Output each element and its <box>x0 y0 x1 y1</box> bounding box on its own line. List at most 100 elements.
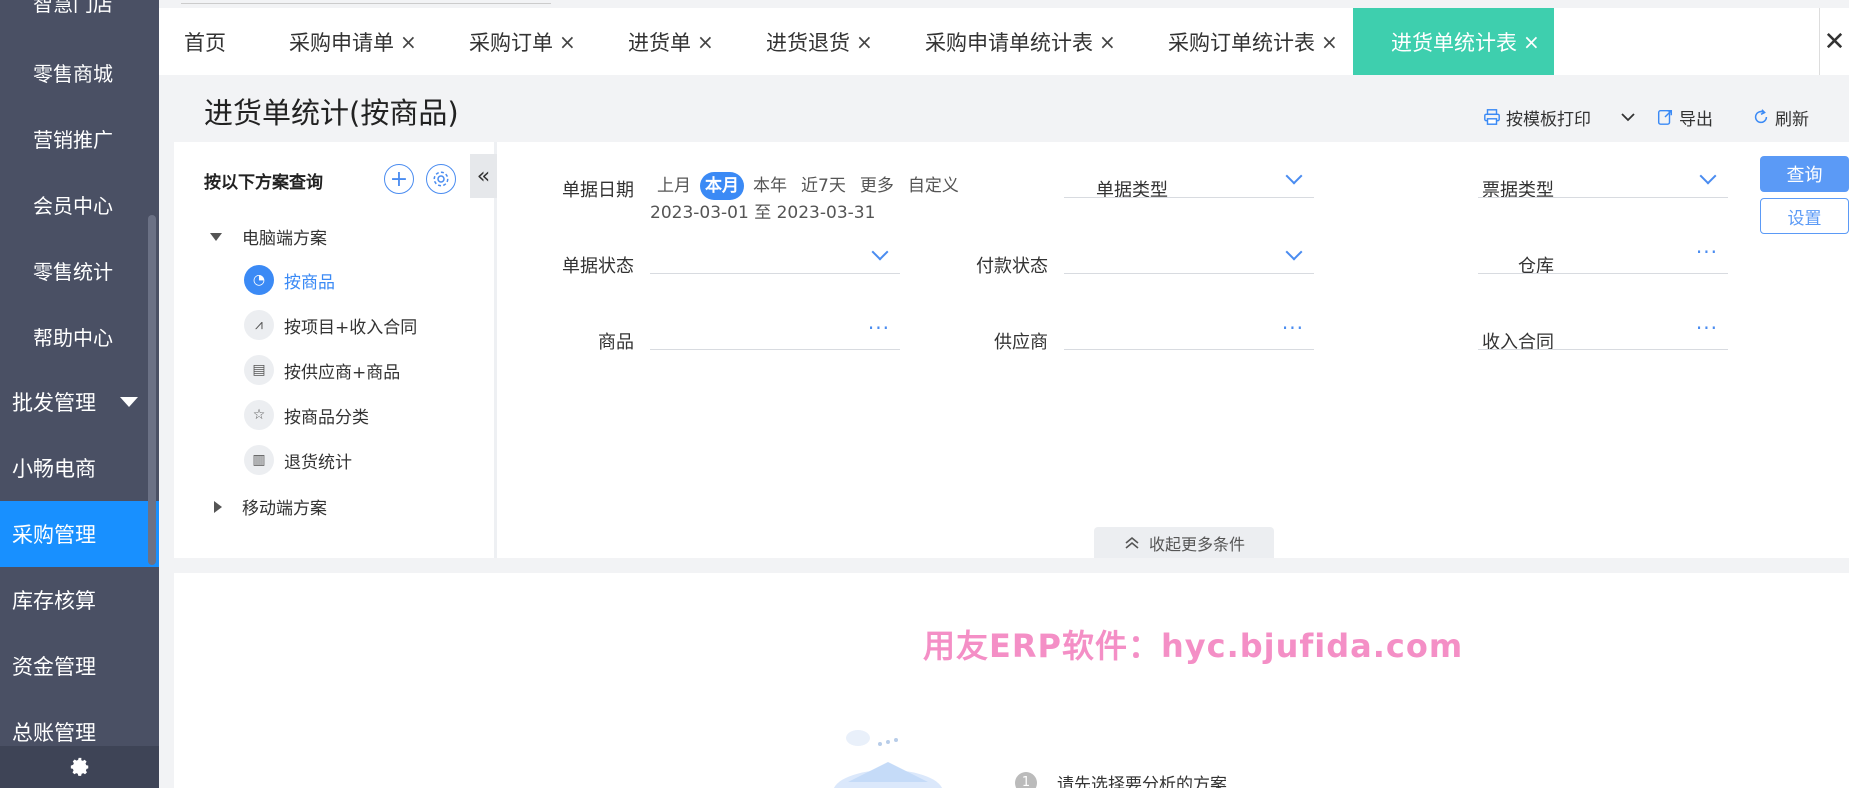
tab-purchase-order[interactable]: 采购订单 × <box>469 8 576 75</box>
label-doc-status: 单据状态 <box>562 256 634 277</box>
chevron-down-icon <box>1699 167 1717 185</box>
scheme-tree-panel: 按以下方案查询 + « 电脑端方案 ◔ 按商品 ⩘ 按项目+收入合同 ▤ 按供应商+商… <box>174 142 497 558</box>
tab-receipt[interactable]: 进货单 × <box>628 8 714 75</box>
top-search-input[interactable] <box>181 0 551 4</box>
card-icon: ▤ <box>244 355 274 385</box>
date-range-value: 2023-03-01 至 2023-03-31 <box>650 203 876 223</box>
tree-node-mobile-scheme[interactable]: 移动端方案 <box>214 494 327 519</box>
scheme-return-stats[interactable]: ▥ 退货统计 <box>244 445 352 475</box>
tab-request-stats[interactable]: 采购申请单统计表 × <box>925 8 1116 75</box>
tab-purchase-request[interactable]: 采购申请单 × <box>289 8 417 75</box>
more-icon[interactable]: ··· <box>868 316 890 340</box>
close-icon[interactable]: × <box>856 30 873 54</box>
bar-chart-icon: ▥ <box>244 445 274 475</box>
scheme-by-product[interactable]: ◔ 按商品 <box>244 265 335 295</box>
chevron-down-icon <box>1621 113 1635 122</box>
sidebar-item-help-center[interactable]: 帮助中心 <box>0 303 159 369</box>
sidebar-item-marketing[interactable]: 营销推广 <box>0 105 159 171</box>
label-doc-date: 单据日期 <box>562 180 634 201</box>
export-button[interactable]: 导出 <box>1656 105 1713 130</box>
print-template-button[interactable]: 按模板打印 <box>1483 105 1591 130</box>
date-pill-more[interactable]: 更多 <box>855 172 899 200</box>
tab-order-stats[interactable]: 采购订单统计表 × <box>1168 8 1338 75</box>
sidebar-item-inventory[interactable]: 库存核算 <box>0 567 159 633</box>
sidebar-item-retail-mall[interactable]: 零售商城 <box>0 39 159 105</box>
supplier-picker[interactable]: ··· <box>1064 314 1314 350</box>
close-icon: ✕ <box>1823 26 1846 57</box>
caret-down-icon <box>120 397 138 407</box>
tab-receipt-stats[interactable]: 进货单统计表 × <box>1353 8 1554 75</box>
income-contract-picker[interactable]: ··· <box>1478 314 1728 350</box>
tab-home[interactable]: 首页 <box>184 8 226 75</box>
plus-icon: + <box>389 166 409 192</box>
settings-button[interactable]: 设置 <box>1760 198 1849 234</box>
empty-state-illustration <box>833 730 943 788</box>
date-pill-custom[interactable]: 自定义 <box>903 172 964 200</box>
scheme-by-category[interactable]: ☆ 按商品分类 <box>244 400 369 430</box>
warehouse-picker[interactable]: ··· <box>1478 238 1728 274</box>
more-icon[interactable]: ··· <box>1696 316 1718 340</box>
more-icon[interactable]: ··· <box>1282 316 1304 340</box>
close-icon[interactable]: × <box>697 30 714 54</box>
tab-return[interactable]: 进货退货 × <box>766 8 873 75</box>
sidebar: 智慧门店 零售商城 营销推广 会员中心 零售统计 帮助中心 批发管理 小畅电商 … <box>0 0 159 788</box>
invoice-type-select[interactable] <box>1478 162 1728 198</box>
doc-type-select[interactable] <box>1064 162 1314 198</box>
result-area <box>174 573 1849 788</box>
empty-hint: 1 请先选择要分析的方案 <box>1015 770 1227 788</box>
query-button[interactable]: 查询 <box>1760 156 1849 192</box>
sidebar-scrollbar[interactable] <box>148 215 156 565</box>
close-icon[interactable]: × <box>1099 30 1116 54</box>
chevron-down-icon <box>1285 167 1303 185</box>
refresh-button[interactable]: 刷新 <box>1752 105 1809 130</box>
collapse-more-conditions-button[interactable]: 收起更多条件 <box>1094 527 1274 558</box>
more-icon[interactable]: ··· <box>1696 240 1718 264</box>
sidebar-item-member-center[interactable]: 会员中心 <box>0 171 159 237</box>
chevron-down-icon <box>1285 243 1303 261</box>
close-all-tabs-button[interactable]: ✕ <box>1819 8 1849 75</box>
label-pay-status: 付款状态 <box>976 256 1048 277</box>
tab-bar: 首页 采购申请单 × 采购订单 × 进货单 × 进货退货 × 采购申请单统计表 × 采购订… <box>159 8 1849 75</box>
sidebar-item-retail-stats[interactable]: 零售统计 <box>0 237 159 303</box>
scheme-by-project-contract[interactable]: ⩘ 按项目+收入合同 <box>244 310 417 340</box>
sidebar-item-purchase[interactable]: 采购管理 <box>0 501 159 567</box>
gear-icon <box>433 171 449 187</box>
close-icon[interactable]: × <box>1523 30 1540 54</box>
refresh-icon <box>1754 109 1768 124</box>
hint-text: 请先选择要分析的方案 <box>1057 775 1227 788</box>
scheme-by-supplier-product[interactable]: ▤ 按供应商+商品 <box>244 355 400 385</box>
chevron-down-icon <box>871 243 889 261</box>
settings-gear-button[interactable] <box>0 746 159 788</box>
close-icon[interactable]: × <box>400 30 417 54</box>
date-pill-last-7-days[interactable]: 近7天 <box>796 172 851 200</box>
gear-icon <box>70 757 88 776</box>
print-dropdown-button[interactable] <box>1620 105 1636 129</box>
add-scheme-button[interactable]: + <box>384 164 414 194</box>
date-pill-this-month[interactable]: 本月 <box>700 172 744 200</box>
caret-down-icon <box>210 232 222 241</box>
page-title: 进货单统计(按商品) <box>204 96 459 130</box>
caret-right-icon <box>214 500 222 513</box>
close-icon[interactable]: × <box>559 30 576 54</box>
watermark-text: 用友ERP软件：hyc.bjufida.com <box>923 627 1464 665</box>
sidebar-item-partial[interactable]: 智慧门店 <box>0 0 159 22</box>
product-picker[interactable]: ··· <box>650 314 900 350</box>
collapse-panel-button[interactable]: « <box>470 154 497 198</box>
star-box-icon: ☆ <box>244 400 274 430</box>
date-pill-last-month[interactable]: 上月 <box>652 172 696 200</box>
date-pill-this-year[interactable]: 本年 <box>748 172 792 200</box>
doc-status-select[interactable] <box>650 238 900 274</box>
trend-chart-icon: ⩘ <box>244 310 274 340</box>
step-number: 1 <box>1015 771 1037 788</box>
sidebar-item-funds[interactable]: 资金管理 <box>0 633 159 699</box>
export-icon <box>1657 109 1673 125</box>
date-quick-picks: 上月 本月 本年 近7天 更多 自定义 <box>652 172 968 200</box>
sidebar-item-ecommerce[interactable]: 小畅电商 <box>0 435 159 501</box>
pay-status-select[interactable] <box>1064 238 1314 274</box>
sidebar-item-wholesale[interactable]: 批发管理 <box>0 369 159 435</box>
filter-panel: 按以下方案查询 + « 电脑端方案 ◔ 按商品 ⩘ 按项目+收入合同 ▤ 按供应商+商… <box>174 142 1849 558</box>
close-icon[interactable]: × <box>1321 30 1338 54</box>
tree-node-pc-scheme[interactable]: 电脑端方案 <box>210 224 327 249</box>
pie-chart-icon: ◔ <box>244 265 274 295</box>
scheme-settings-button[interactable] <box>426 164 456 194</box>
